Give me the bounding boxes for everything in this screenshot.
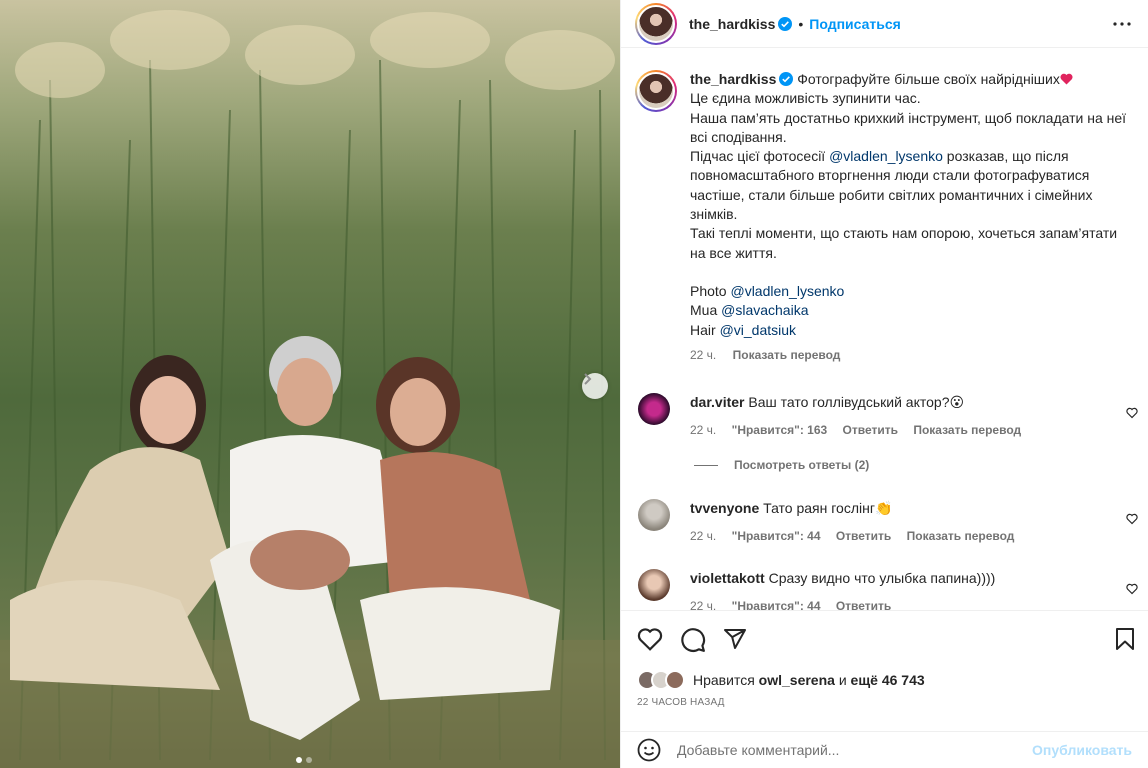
mention-link[interactable]: @vi_datsiuk: [720, 322, 796, 338]
carousel-dot: [306, 757, 312, 763]
liker-username[interactable]: owl_serena: [759, 672, 835, 688]
post-actions-bar: [621, 610, 1148, 666]
post-photo[interactable]: [0, 0, 620, 768]
view-replies-label: Посмотреть ответы (2): [734, 458, 870, 472]
comment-text: Тато раян гослінг👏: [763, 500, 893, 516]
comment-item: dar.viter Ваш тато голлівудський актор?😮…: [638, 393, 1138, 439]
likes-prefix: Нравится: [693, 672, 759, 688]
translate-button[interactable]: Показать перевод: [907, 529, 1015, 543]
likes-middle: и: [834, 672, 851, 688]
like-heart-icon[interactable]: [637, 627, 663, 651]
comment-time[interactable]: 22 ч.: [690, 599, 716, 610]
like-comment-heart-icon[interactable]: [1126, 513, 1138, 525]
caption-time[interactable]: 22 ч.: [690, 348, 716, 362]
caption-line: Підчас цієї фотосесії @vladlen_lysenko р…: [690, 147, 1130, 224]
credit-label: Mua: [690, 302, 722, 319]
post-side-panel: the_hardkiss • Подписаться the_hardkiss …: [620, 0, 1148, 768]
credit-label: Photo: [690, 282, 731, 299]
translate-button[interactable]: Показать перевод: [733, 348, 841, 362]
carousel-dots: [296, 757, 312, 763]
publish-button[interactable]: Опубликовать: [1032, 742, 1132, 758]
comment-meta: 22 ч. "Нравится": 44 Ответить: [690, 597, 1110, 610]
reply-button[interactable]: Ответить: [843, 423, 898, 437]
add-comment-bar: Опубликовать: [621, 731, 1148, 768]
caption-username[interactable]: the_hardkiss: [690, 71, 776, 87]
likes-count[interactable]: ещё 46 743: [851, 672, 925, 688]
likes-text: Нравится owl_serena и ещё 46 743: [693, 672, 925, 688]
likes-summary[interactable]: Нравится owl_serena и ещё 46 743: [637, 670, 925, 690]
header-separator: •: [798, 15, 804, 32]
follow-button[interactable]: Подписаться: [809, 16, 901, 32]
comment-meta: 22 ч. "Нравится": 44 Ответить Показать п…: [690, 527, 1110, 545]
caption-line: Це єдина можливість зупинити час.: [690, 90, 921, 107]
save-bookmark-icon[interactable]: [1114, 627, 1136, 651]
credit-hair: Hair @vi_datsiuk: [690, 321, 1130, 340]
commenter-avatar[interactable]: [638, 499, 670, 531]
commenter-username[interactable]: violettakott: [690, 570, 765, 586]
caption-meta: 22 ч. Показать перевод: [690, 346, 1130, 365]
comment-time[interactable]: 22 ч.: [690, 423, 716, 437]
share-send-icon[interactable]: [722, 627, 748, 651]
post-time-ago[interactable]: 22 ЧАСОВ НАЗАД: [637, 697, 725, 708]
comment-body: tvvenyone Тато раян гослінг👏 22 ч. "Нрав…: [690, 499, 1110, 545]
caption-line: Фотографуйте більше своїх найрідніших: [797, 71, 1060, 87]
commenter-username[interactable]: tvvenyone: [690, 500, 759, 516]
more-options-icon[interactable]: [1112, 14, 1132, 34]
comment-item: tvvenyone Тато раян гослінг👏 22 ч. "Нрав…: [638, 499, 1138, 545]
post-caption: the_hardkiss Фотографуйте більше своїх н…: [635, 70, 1130, 365]
comment-text: Ваш тато голлівудський актор?😮: [748, 394, 965, 410]
view-replies-button[interactable]: Посмотреть ответы (2): [694, 458, 869, 472]
liker-avatar: [665, 670, 685, 690]
reply-button[interactable]: Ответить: [836, 599, 891, 610]
mention-link[interactable]: @vladlen_lysenko: [829, 148, 943, 164]
mention-link[interactable]: @slavachaika: [721, 302, 808, 318]
caption-author-avatar[interactable]: [635, 70, 677, 112]
photo-illustration: [0, 10, 620, 768]
comment-bubble-icon[interactable]: [680, 627, 706, 653]
like-comment-heart-icon[interactable]: [1126, 407, 1138, 419]
replies-divider-line: [694, 464, 718, 466]
comment-input[interactable]: [677, 742, 1033, 758]
commenter-username[interactable]: dar.viter: [690, 394, 744, 410]
mention-link[interactable]: @vladlen_lysenko: [730, 283, 844, 299]
translate-button[interactable]: Показать перевод: [913, 423, 1021, 437]
credit-photo: Photo @vladlen_lysenko: [690, 282, 1130, 301]
author-avatar[interactable]: [635, 2, 677, 45]
chevron-right-icon: [584, 373, 592, 385]
comment-item: violettakott Сразу видно что улыбка папи…: [638, 569, 1138, 610]
comment-meta: 22 ч. "Нравится": 163 Ответить Показать …: [690, 421, 1110, 439]
carousel-next-button[interactable]: [582, 373, 608, 399]
red-heart-emoji-icon: [1060, 73, 1073, 85]
comment-likes[interactable]: "Нравится": 44: [732, 529, 821, 543]
comment-text: Сразу видно что улыбка папина)))): [768, 570, 996, 586]
comment-likes[interactable]: "Нравится": 44: [732, 599, 821, 610]
caption-text-fragment: Підчас цієї фотосесії: [690, 148, 830, 165]
credit-label: Hair: [690, 321, 720, 338]
caption-line: Наша пам’ять достатньо крихкий інструмен…: [690, 109, 1127, 145]
post-header: the_hardkiss • Подписаться: [621, 0, 1148, 48]
verified-badge-icon: [778, 16, 793, 31]
commenter-avatar[interactable]: [638, 393, 670, 425]
commenter-avatar[interactable]: [638, 569, 670, 601]
comment-time[interactable]: 22 ч.: [690, 529, 716, 543]
comment-body: violettakott Сразу видно что улыбка папи…: [690, 569, 1110, 610]
carousel-dot-active: [296, 757, 302, 763]
like-comment-heart-icon[interactable]: [1126, 583, 1138, 595]
comment-likes[interactable]: "Нравится": 163: [732, 423, 828, 437]
author-username[interactable]: the_hardkiss: [689, 16, 775, 32]
emoji-smiley-icon[interactable]: [637, 738, 661, 762]
comment-body: dar.viter Ваш тато голлівудський актор?😮…: [690, 393, 1110, 439]
caption-text: the_hardkiss Фотографуйте більше своїх н…: [690, 70, 1130, 365]
comments-list[interactable]: the_hardkiss Фотографуйте більше своїх н…: [621, 48, 1148, 610]
reply-button[interactable]: Ответить: [836, 529, 891, 543]
credit-mua: Mua @slavachaika: [690, 301, 1130, 320]
verified-badge-icon: [779, 72, 794, 86]
caption-line: Такі теплі моменти, що стають нам опорою…: [690, 225, 1118, 261]
